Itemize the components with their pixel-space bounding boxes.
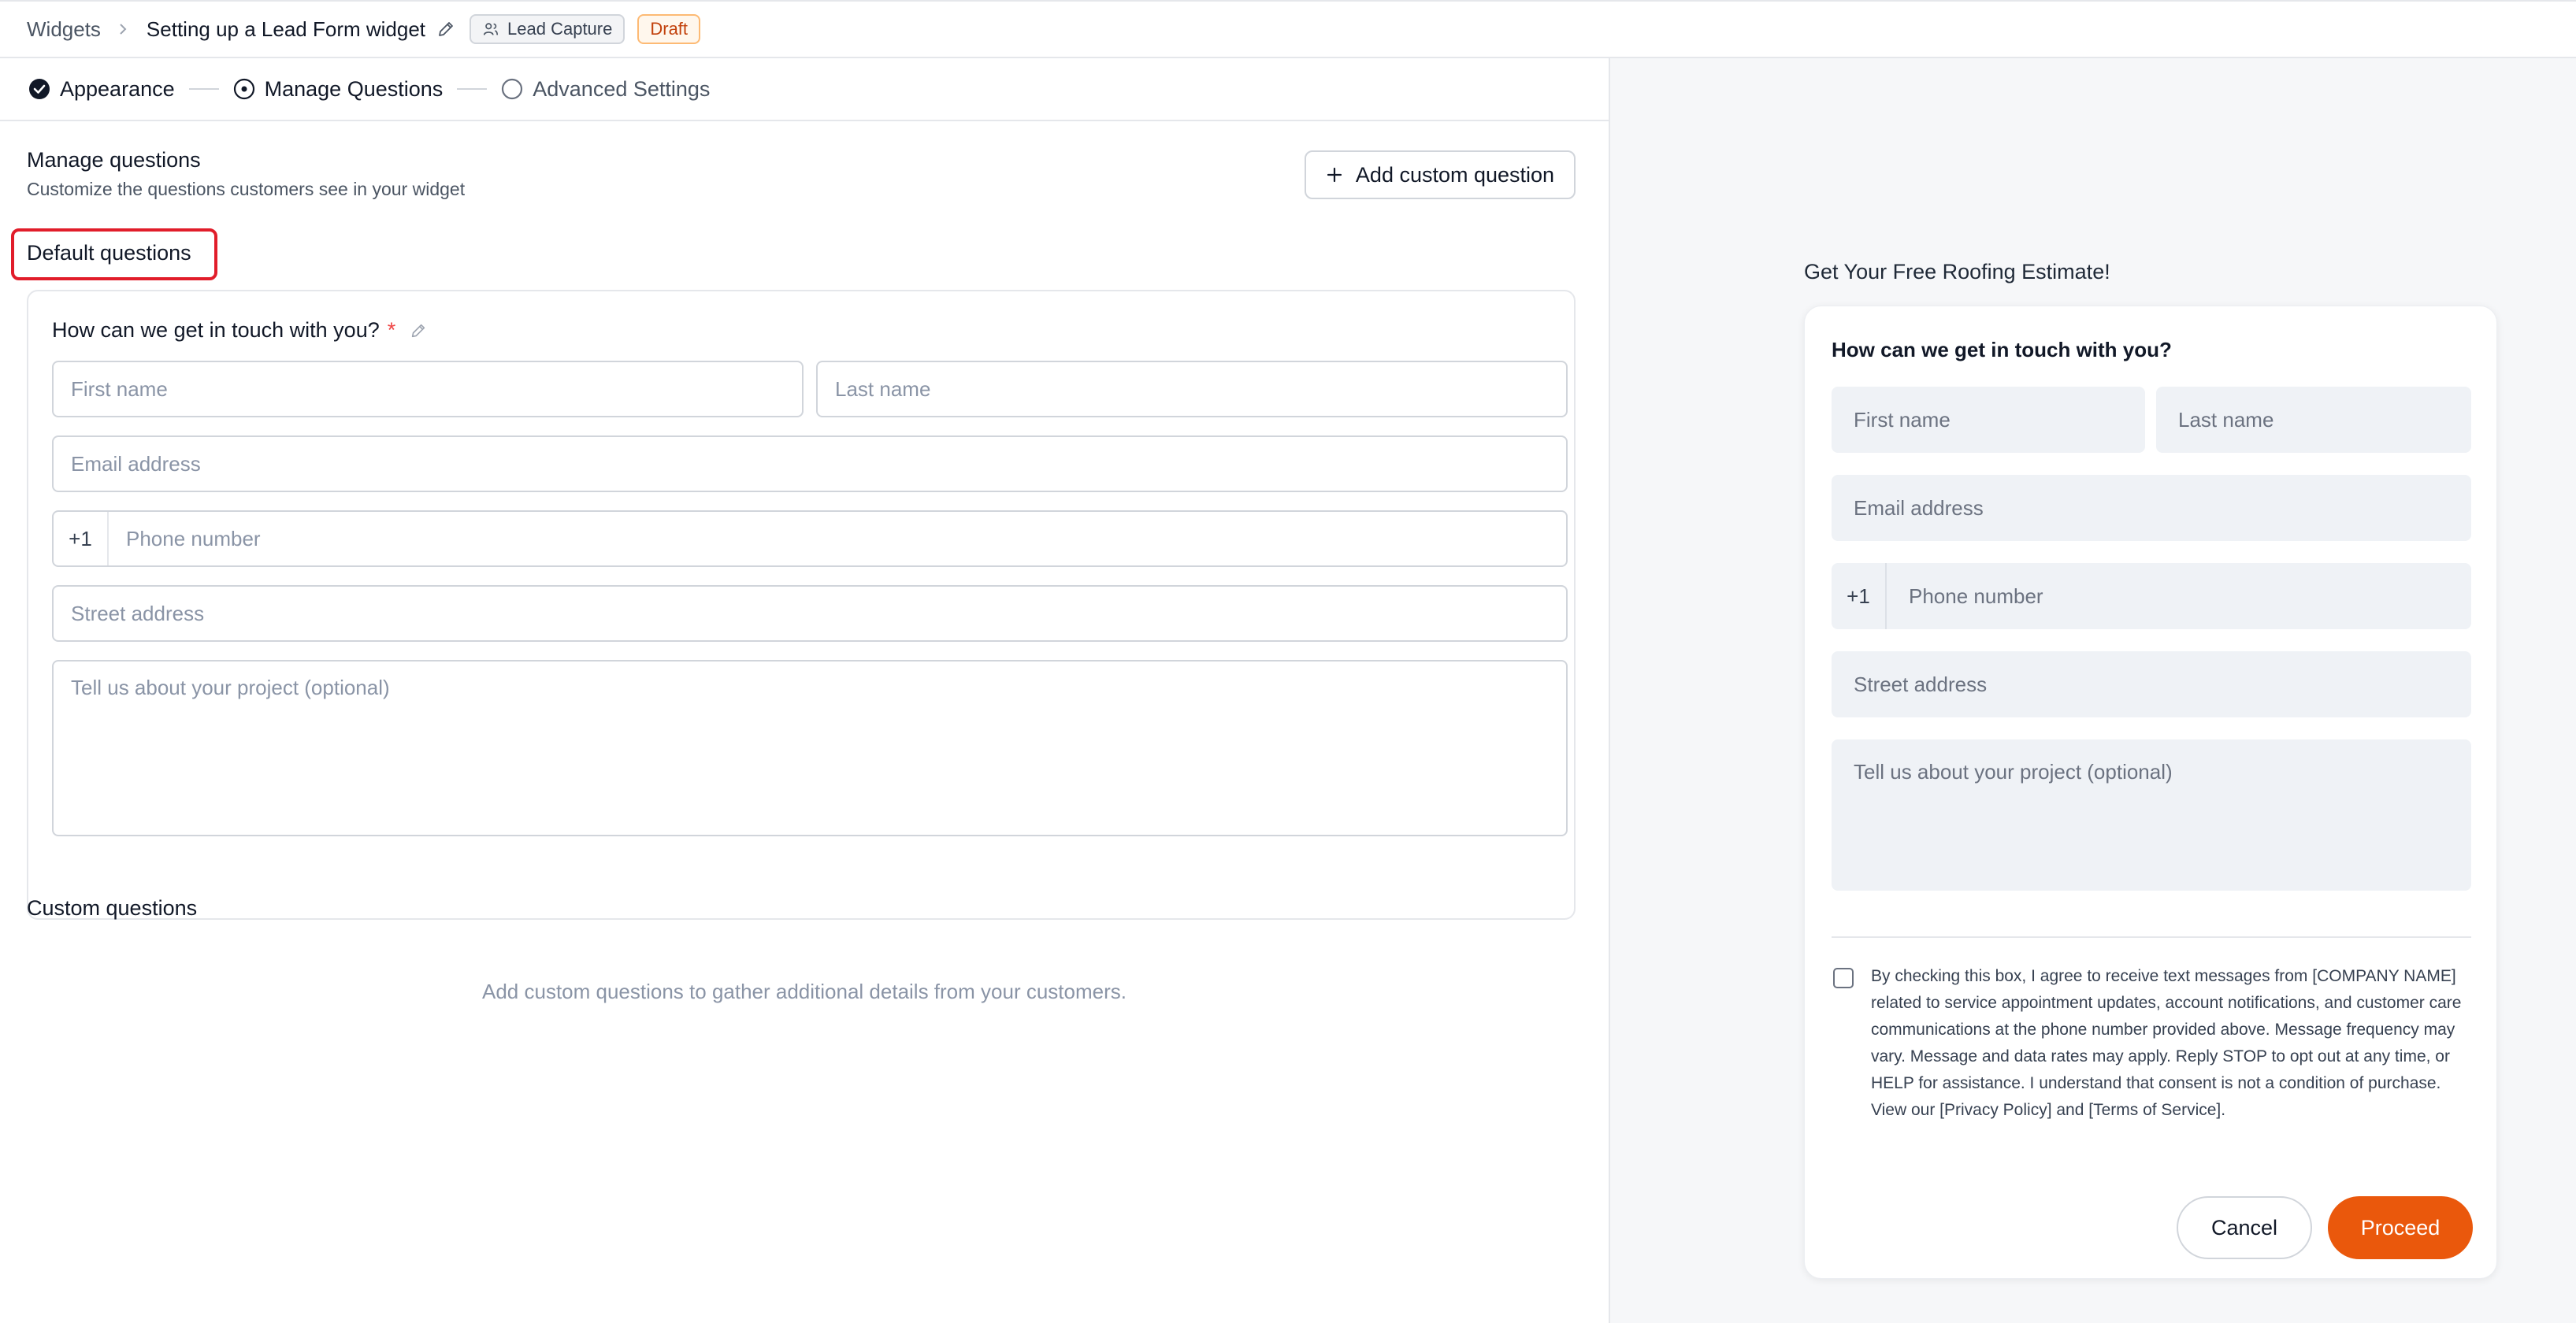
breadcrumb-widgets-link[interactable]: Widgets	[27, 17, 101, 42]
step-label: Manage Questions	[264, 76, 444, 101]
phone-input[interactable]: +1 Phone number	[52, 510, 1568, 567]
question-text: How can we get in touch with you?	[52, 318, 380, 342]
manage-questions-title: Manage questions	[27, 148, 201, 172]
phone-placeholder: Phone number	[126, 526, 261, 550]
add-custom-question-label: Add custom question	[1355, 162, 1555, 187]
consent-checkbox[interactable]	[1833, 968, 1854, 988]
preview-form-card: How can we get in touch with you? First …	[1804, 306, 2497, 1279]
preview-question-label: How can we get in touch with you?	[1832, 338, 2172, 361]
step-label: Advanced Settings	[533, 76, 711, 101]
step-connector	[188, 88, 219, 90]
step-manage-questions[interactable]: Manage Questions	[233, 76, 444, 102]
preview-first-name-input[interactable]: First name	[1832, 387, 2145, 453]
step-appearance[interactable]: Appearance	[28, 77, 175, 102]
project-textarea[interactable]: Tell us about your project (optional)	[52, 660, 1568, 836]
widget-type-label: Lead Capture	[507, 19, 613, 39]
editor-pane: Appearance Manage Questions Advanced Set…	[0, 58, 1609, 1323]
custom-questions-empty-state: Add custom questions to gather additiona…	[482, 980, 1127, 1003]
default-questions-title: Default questions	[27, 241, 191, 265]
empty-circle-icon	[502, 78, 523, 100]
widget-title: Setting up a Lead Form widget	[146, 17, 426, 41]
chevron-right-icon	[120, 24, 127, 35]
custom-questions-title: Custom questions	[27, 896, 198, 920]
first-name-input[interactable]: First name	[52, 361, 804, 417]
default-question-card: How can we get in touch with you? * Firs…	[27, 290, 1576, 920]
plus-icon	[1327, 167, 1342, 183]
users-icon	[483, 23, 499, 35]
preview-pane: Get Your Free Roofing Estimate! How can …	[1609, 58, 2576, 1323]
check-circle-icon	[29, 79, 50, 99]
top-bar: Widgets Setting up a Lead Form widget Le…	[0, 0, 2576, 58]
preview-phone-country-code: +1	[1832, 563, 1887, 629]
preview-cancel-button[interactable]: Cancel	[2177, 1196, 2312, 1259]
preview-divider	[1832, 936, 2471, 938]
phone-country-code: +1	[54, 512, 109, 565]
status-badge: Draft	[637, 14, 701, 44]
street-address-input[interactable]: Street address	[52, 585, 1568, 642]
preview-proceed-button[interactable]: Proceed	[2328, 1196, 2473, 1259]
edit-title-pencil-icon[interactable]	[436, 20, 455, 39]
required-mark: *	[387, 318, 396, 342]
preview-email-input[interactable]: Email address	[1832, 475, 2471, 541]
step-connector	[457, 88, 488, 90]
preview-last-name-input[interactable]: Last name	[2156, 387, 2471, 453]
edit-question-pencil-icon[interactable]	[410, 322, 427, 339]
active-step-icon	[233, 78, 254, 100]
add-custom-question-button[interactable]: Add custom question	[1305, 150, 1576, 199]
consent-text: By checking this box, I agree to receive…	[1871, 967, 2462, 1119]
stepper: Appearance Manage Questions Advanced Set…	[0, 58, 1609, 121]
widget-type-tag: Lead Capture	[470, 14, 625, 44]
step-label: Appearance	[60, 76, 175, 101]
last-name-input[interactable]: Last name	[816, 361, 1568, 417]
email-input[interactable]: Email address	[52, 435, 1568, 492]
preview-street-address-input[interactable]: Street address	[1832, 651, 2471, 717]
step-advanced-settings[interactable]: Advanced Settings	[501, 77, 710, 102]
preview-phone-input[interactable]: +1 Phone number	[1832, 563, 2471, 629]
preview-form-title: Get Your Free Roofing Estimate!	[1804, 260, 2110, 284]
manage-questions-subtitle: Customize the questions customers see in…	[27, 179, 466, 199]
preview-project-textarea[interactable]: Tell us about your project (optional)	[1832, 739, 2471, 891]
question-label: How can we get in touch with you? *	[52, 318, 427, 343]
preview-phone-placeholder: Phone number	[1909, 584, 2043, 608]
